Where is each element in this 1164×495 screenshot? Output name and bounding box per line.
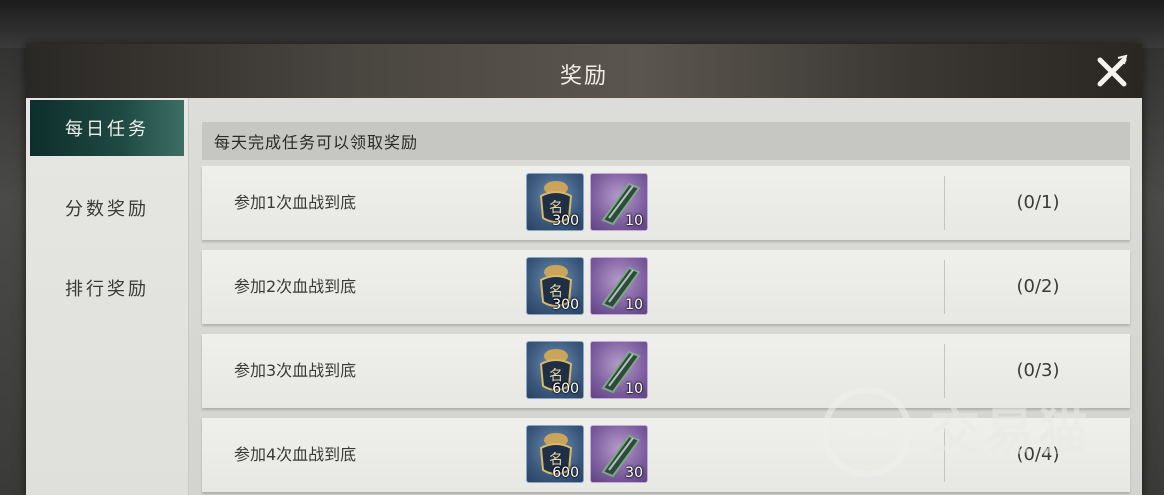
reward-qty: 300 — [552, 297, 579, 313]
reward-item-name-pouch[interactable]: 名 600 — [526, 425, 584, 483]
reward-item-name-pouch[interactable]: 名 300 — [526, 257, 584, 315]
tab-rank-rewards[interactable]: 排行奖励 — [30, 260, 184, 316]
close-button[interactable] — [1092, 52, 1132, 92]
reward-qty: 600 — [552, 381, 579, 397]
task-row: 参加3次血战到底 名 600 10 (0/3) — [202, 334, 1130, 408]
task-progress: (0/1) — [1016, 192, 1060, 213]
reward-qty: 600 — [552, 465, 579, 481]
task-row: 参加1次血战到底 名 300 10 (0/1) — [202, 166, 1130, 240]
reward-qty: 10 — [625, 213, 643, 229]
reward-item-jade-scroll[interactable]: 10 — [590, 341, 648, 399]
reward-item-name-pouch[interactable]: 名 600 — [526, 341, 584, 399]
task-row: 参加2次血战到底 名 300 10 (0/2) — [202, 250, 1130, 324]
task-progress: (0/4) — [1016, 444, 1060, 465]
row-divider — [944, 260, 945, 314]
background-scene — [0, 0, 1164, 48]
reward-item-name-pouch[interactable]: 名 300 — [526, 173, 584, 231]
tab-label: 每日任务 — [65, 119, 149, 140]
row-divider — [944, 344, 945, 398]
reward-qty: 30 — [625, 465, 643, 481]
reward-item-jade-scroll[interactable]: 10 — [590, 257, 648, 315]
row-divider — [944, 176, 945, 230]
reward-dialog: 奖励 每日任务 分数奖励 排行奖励 每天完成任务可以领取奖励 参加1次血战到底 — [26, 44, 1142, 495]
reward-qty: 10 — [625, 381, 643, 397]
reward-qty: 10 — [625, 297, 643, 313]
task-label: 参加3次血战到底 — [234, 361, 357, 380]
task-row: 参加4次血战到底 名 600 30 (0/4) — [202, 418, 1130, 492]
tab-daily-tasks[interactable]: 每日任务 — [30, 100, 184, 156]
task-label: 参加4次血战到底 — [234, 445, 357, 464]
task-progress: (0/3) — [1016, 360, 1060, 381]
sidebar: 每日任务 分数奖励 排行奖励 — [26, 98, 189, 495]
task-label: 参加2次血战到底 — [234, 277, 357, 296]
task-list-header: 每天完成任务可以领取奖励 — [202, 122, 1130, 160]
reward-item-jade-scroll[interactable]: 30 — [590, 425, 648, 483]
row-divider — [944, 428, 945, 482]
task-label: 参加1次血战到底 — [234, 193, 357, 212]
dialog-title: 奖励 — [559, 64, 608, 89]
tab-label: 分数奖励 — [65, 199, 149, 220]
reward-item-jade-scroll[interactable]: 10 — [590, 173, 648, 231]
tab-label: 排行奖励 — [65, 279, 149, 300]
close-icon — [1097, 54, 1128, 87]
task-progress: (0/2) — [1016, 276, 1060, 297]
reward-qty: 300 — [552, 213, 579, 229]
tab-score-rewards[interactable]: 分数奖励 — [30, 180, 184, 236]
dialog-titlebar: 奖励 — [26, 44, 1142, 99]
